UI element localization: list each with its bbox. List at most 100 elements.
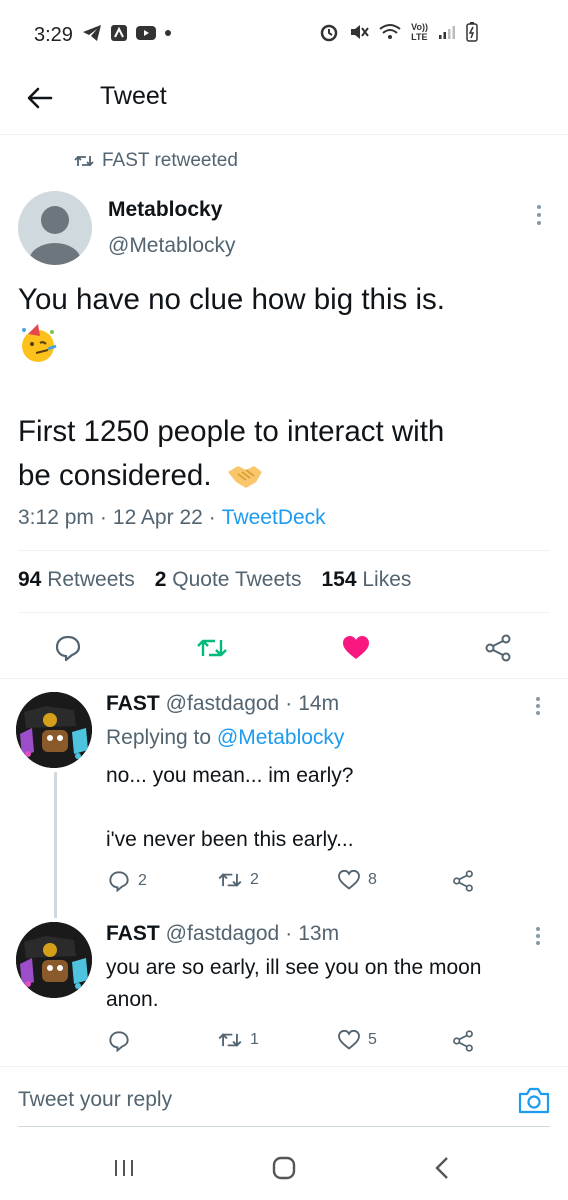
nft-avatar-image: [16, 692, 92, 768]
reply-text-line1: you are so early, ill see you on the moo…: [106, 956, 482, 979]
share-icon: [453, 1030, 473, 1052]
status-time: 3:29: [34, 24, 73, 46]
reply-share-button[interactable]: [452, 1030, 474, 1052]
wifi-icon: [379, 24, 401, 39]
retweet-icon: [197, 639, 227, 657]
reply-input[interactable]: [18, 1080, 498, 1120]
section-divider: [0, 678, 568, 679]
author-handle[interactable]: @Metablocky: [108, 234, 236, 258]
reply-time: 13m: [298, 922, 340, 945]
reply-input-underline: [18, 1126, 550, 1127]
chevron-left-icon: [435, 1157, 448, 1179]
reply-more-button[interactable]: [528, 694, 548, 718]
heart-icon: [338, 870, 360, 890]
tweet-text-line3: be considered.: [18, 459, 212, 492]
retweets-stat[interactable]: 94 Retweets: [18, 568, 135, 592]
divider: [0, 1066, 568, 1067]
tweet-text-line1: You have no clue how big this is.: [18, 283, 445, 316]
reply-text-line2: anon.: [106, 988, 159, 1011]
back-nav-button[interactable]: [420, 1150, 464, 1186]
dot-icon: [165, 30, 171, 36]
status-system-icons: Vo)) LTE: [319, 22, 478, 42]
likes-stat[interactable]: 154 Likes: [321, 568, 411, 592]
reply-separator: ·: [285, 692, 293, 715]
party-face-emoji: [18, 322, 60, 369]
reply-icon: [109, 1031, 129, 1052]
author-name[interactable]: Metablocky: [108, 198, 222, 222]
status-notification-icons: [82, 24, 172, 42]
back-button[interactable]: [22, 80, 58, 116]
meta-separator: ·: [99, 506, 107, 529]
reply-reply-button[interactable]: 2: [108, 870, 147, 892]
reply-avatar[interactable]: [16, 692, 92, 768]
reply-author-name[interactable]: FAST: [106, 922, 160, 946]
reply-reply-button[interactable]: [108, 1030, 130, 1052]
reply-share-button[interactable]: [452, 870, 474, 892]
recent-apps-icon: [115, 1160, 133, 1176]
reply-icon: [55, 635, 81, 662]
handshake-emoji: [227, 466, 262, 488]
more-vertical-icon: [536, 697, 540, 715]
tweet-text-line2: First 1250 people to interact with: [18, 415, 445, 448]
alarm-icon: [320, 24, 338, 42]
reply-like-button[interactable]: 8: [338, 870, 377, 890]
share-icon: [485, 634, 511, 662]
reply-text-line1: no... you mean... im early?: [106, 764, 354, 787]
telegram-icon: [83, 25, 101, 41]
retweet-context[interactable]: FAST retweeted: [74, 150, 238, 172]
retweet-count: 2: [250, 871, 259, 888]
battery-icon: [466, 22, 478, 42]
youtube-icon: [136, 26, 156, 40]
reply-author-handle[interactable]: @fastdagod: [166, 692, 280, 716]
tweet-meta: 3:12 pm · 12 Apr 22 · TweetDeck: [18, 506, 326, 530]
retweet-icon: [218, 1033, 242, 1047]
nft-avatar-image: [16, 922, 92, 998]
like-button[interactable]: [336, 628, 376, 668]
home-button[interactable]: [262, 1150, 306, 1186]
heart-icon: [338, 1030, 360, 1050]
app-icon: [111, 25, 127, 41]
reply-retweet-button[interactable]: 2: [218, 870, 259, 890]
default-avatar-icon: [29, 206, 81, 265]
tweet-date: 12 Apr 22: [112, 506, 203, 529]
retweet-count: 1: [250, 1031, 259, 1048]
reply-time: 14m: [298, 692, 340, 715]
retweet-context-text: FAST retweeted: [102, 150, 238, 171]
tweet-source-link[interactable]: TweetDeck: [222, 506, 326, 530]
thread-line: [54, 772, 57, 918]
home-icon: [272, 1156, 296, 1180]
reply-header: FAST @fastdagod · 13m: [106, 922, 339, 946]
camera-icon: [518, 1087, 550, 1114]
reply-separator: ·: [285, 922, 293, 945]
avatar[interactable]: [18, 191, 92, 265]
reply-icon: [109, 871, 129, 892]
tweet-text-line3-row: be considered.: [18, 456, 264, 496]
reply-more-button[interactable]: [528, 924, 548, 948]
retweet-button[interactable]: [192, 628, 232, 668]
quotes-stat[interactable]: 2 Quote Tweets: [155, 568, 302, 592]
reply-avatar[interactable]: [16, 922, 92, 998]
tweet-stats: 94 Retweets 2 Quote Tweets 154 Likes: [18, 568, 411, 592]
share-button[interactable]: [478, 628, 518, 668]
more-vertical-icon: [536, 927, 540, 945]
reply-author-name[interactable]: FAST: [106, 692, 160, 716]
signal-icon: [439, 26, 455, 39]
replying-to: Replying to @Metablocky: [106, 726, 344, 750]
status-bar: 3:29 Vo)) LTE: [0, 0, 568, 66]
camera-button[interactable]: [516, 1082, 552, 1118]
arrow-left-icon: [27, 87, 53, 109]
like-count: 8: [368, 871, 377, 888]
retweet-icon: [74, 155, 94, 167]
like-count: 5: [368, 1031, 377, 1048]
reply-button[interactable]: [48, 628, 88, 668]
meta-separator: ·: [208, 506, 216, 529]
replying-to-prefix: Replying to: [106, 726, 212, 749]
reply-author-handle[interactable]: @fastdagod: [166, 922, 280, 946]
more-vertical-icon: [537, 205, 541, 225]
recent-apps-button[interactable]: [102, 1150, 146, 1186]
replying-to-handle[interactable]: @Metablocky: [217, 726, 345, 749]
page-title: Tweet: [100, 82, 167, 110]
reply-like-button[interactable]: 5: [338, 1030, 377, 1050]
more-options-button[interactable]: [528, 202, 550, 228]
reply-retweet-button[interactable]: 1: [218, 1030, 259, 1050]
